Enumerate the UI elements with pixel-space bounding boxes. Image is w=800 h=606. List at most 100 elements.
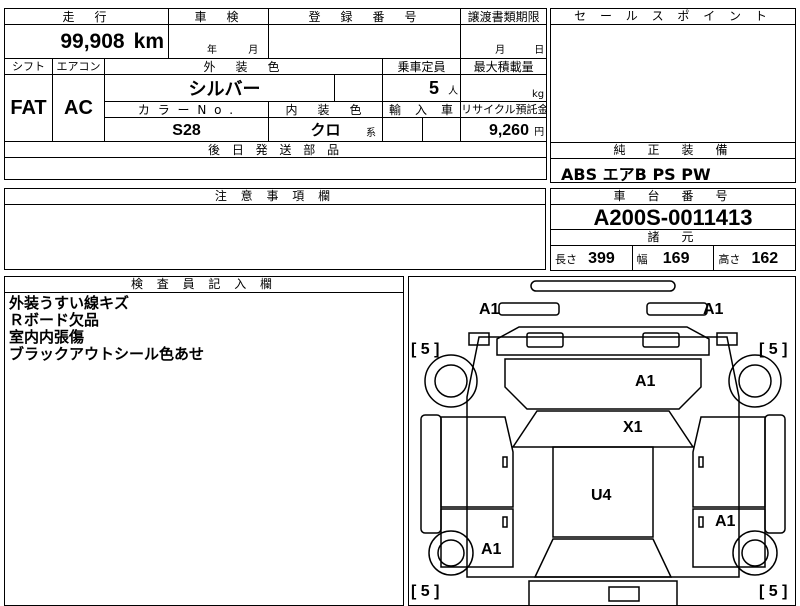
mileage-unit: km: [133, 29, 165, 53]
specs-panel: 諸 元 長さ 399 幅 169 高さ 162: [550, 229, 796, 271]
handle-fr: [698, 456, 704, 468]
damage-label-hood: A1: [635, 373, 656, 390]
wheel-fl-outer: [424, 354, 478, 408]
inspector-notes-list: 外装うすい線キズ Ｒボード欠品 室内内張傷 ブラックアウトシール色あせ: [5, 295, 403, 363]
sales-point-panel: セ ー ル ス ポ イ ン ト: [550, 8, 796, 143]
wheel-rl-inner: [437, 539, 465, 567]
front-grille-outline: [496, 326, 710, 356]
specs-header: 諸 元: [551, 230, 795, 246]
spec-width-value: 169: [662, 250, 690, 267]
import-cell-b: [422, 117, 462, 142]
hood-outline: [504, 358, 702, 410]
tire-label-rear-right: [ 5 ]: [759, 583, 788, 600]
import-header: 輸 入 車: [382, 101, 462, 118]
door-rear-left: [440, 508, 514, 568]
equipment-panel: 純 正 装 備 ABS エアB PS PW: [550, 142, 796, 184]
sales-point-header: セ ー ル ス ポ イ ン ト: [551, 9, 795, 25]
spec-height-value: 162: [751, 250, 779, 267]
specs-row: 長さ 399 幅 169 高さ 162: [551, 245, 795, 270]
load-cell: kg: [460, 74, 548, 102]
capacity-header: 乗車定員: [382, 58, 462, 75]
wheel-fr-outer: [728, 354, 782, 408]
door-front-left: [440, 416, 514, 508]
transfer-month-unit: 月: [495, 45, 506, 56]
tire-label-front-right: [ 5 ]: [759, 341, 788, 358]
damage-label-front-left: A1: [479, 301, 500, 318]
sill-left: [420, 414, 442, 534]
recycle-value: 9,260: [488, 121, 529, 139]
headlight-left: [498, 302, 560, 316]
headlight-right: [646, 302, 708, 316]
rear-plate: [608, 586, 640, 602]
import-cell-a: [382, 117, 424, 142]
damage-label-windshield: X1: [623, 419, 643, 436]
rear-window-outline: [533, 538, 673, 578]
color-no-header: カ ラ ー N o .: [103, 101, 270, 118]
grille-left: [526, 332, 564, 348]
wheel-fr-inner: [738, 364, 772, 398]
shift-cell: FAT: [4, 74, 53, 142]
inspector-notes-panel: 検 査 員 記 入 欄 外装うすい線キズ Ｒボード欠品 室内内張傷 ブラックアウ…: [4, 276, 404, 606]
chassis-panel: 車 台 番 号 A200S-0011413: [550, 188, 796, 230]
mileage-header: 走 行: [3, 8, 170, 25]
note-line: 外装うすい線キズ: [9, 294, 130, 312]
load-unit: kg: [531, 89, 545, 100]
equipment-header: 純 正 装 備: [551, 143, 795, 159]
grille-right: [642, 332, 680, 348]
recycle-unit: 円: [534, 126, 545, 138]
damage-label-front-right: A1: [703, 301, 724, 318]
tire-label-front-left: [ 5 ]: [411, 341, 440, 358]
color-no-cell: S28: [103, 117, 270, 142]
registration-header: 登 録 番 号: [268, 8, 462, 25]
transfer-deadline-header: 譲渡書類期限: [460, 8, 548, 25]
body-outline: [466, 336, 740, 578]
exterior-color-value: シルバー: [188, 79, 261, 100]
chassis-header: 車 台 番 号: [551, 189, 795, 205]
capacity-cell: 5 人: [382, 74, 462, 102]
interior-color-cell: クロ 系: [268, 117, 384, 142]
aircon-cell: AC: [52, 74, 105, 142]
inspection-month-unit: 月: [248, 45, 259, 56]
door-front-right: [692, 416, 766, 508]
capacity-unit: 人: [448, 85, 459, 97]
caution-panel: 注 意 事 項 欄: [4, 188, 546, 270]
damage-label-rear-left: A1: [481, 541, 502, 558]
damage-label-roof: U4: [591, 487, 612, 504]
spec-height: 高さ 162: [714, 245, 795, 270]
equipment-value: ABS エアB PS PW: [561, 165, 711, 184]
tire-label-rear-left: [ 5 ]: [411, 583, 440, 600]
wheel-fl-inner: [434, 364, 468, 398]
load-header: 最大積載量: [460, 58, 548, 75]
shift-value: FAT: [10, 96, 47, 119]
interior-color-value: クロ: [310, 121, 341, 139]
exterior-color-extra: [334, 74, 384, 102]
mileage-value: 99,908: [60, 29, 125, 53]
note-line: ブラックアウトシール色あせ: [9, 345, 205, 363]
later-parts-header: 後 日 発 送 部 品: [3, 141, 548, 158]
mileage-cell: 99,908 km: [3, 24, 170, 59]
later-parts-value: [3, 157, 548, 180]
spec-height-label: 高さ: [718, 253, 741, 266]
inspection-header: 車 検: [168, 8, 270, 25]
car-map-panel: A1 A1 A1 X1 U4 A1 A1 [ 5 ] [ 5 ] [ 5 ] […: [408, 276, 796, 606]
spec-width: 幅 169: [633, 245, 715, 270]
windshield-outline: [511, 410, 695, 448]
inspection-cell: 年 月: [168, 24, 270, 59]
rear-outline: [528, 580, 678, 605]
inspection-year-unit: 年: [207, 45, 218, 56]
car-diagram: [420, 280, 786, 605]
aircon-header: エアコン: [52, 58, 105, 75]
spec-length-value: 399: [588, 250, 615, 267]
exterior-color-cell: シルバー: [103, 74, 336, 102]
shift-header: シフト: [4, 58, 53, 75]
color-no-value: S28: [172, 121, 201, 139]
wheel-rr-inner: [741, 539, 769, 567]
transfer-deadline-cell: 月 日: [460, 24, 548, 59]
spec-length: 長さ 399: [551, 245, 633, 270]
spec-width-label: 幅: [636, 253, 648, 266]
vehicle-info-grid: 走 行 車 検 登 録 番 号 譲渡書類期限 99,908 km 年 月 月 日…: [3, 8, 548, 180]
handle-rl: [502, 516, 508, 528]
handle-fl: [502, 456, 508, 468]
note-line: Ｒボード欠品: [9, 311, 100, 329]
capacity-value: 5: [428, 77, 439, 98]
